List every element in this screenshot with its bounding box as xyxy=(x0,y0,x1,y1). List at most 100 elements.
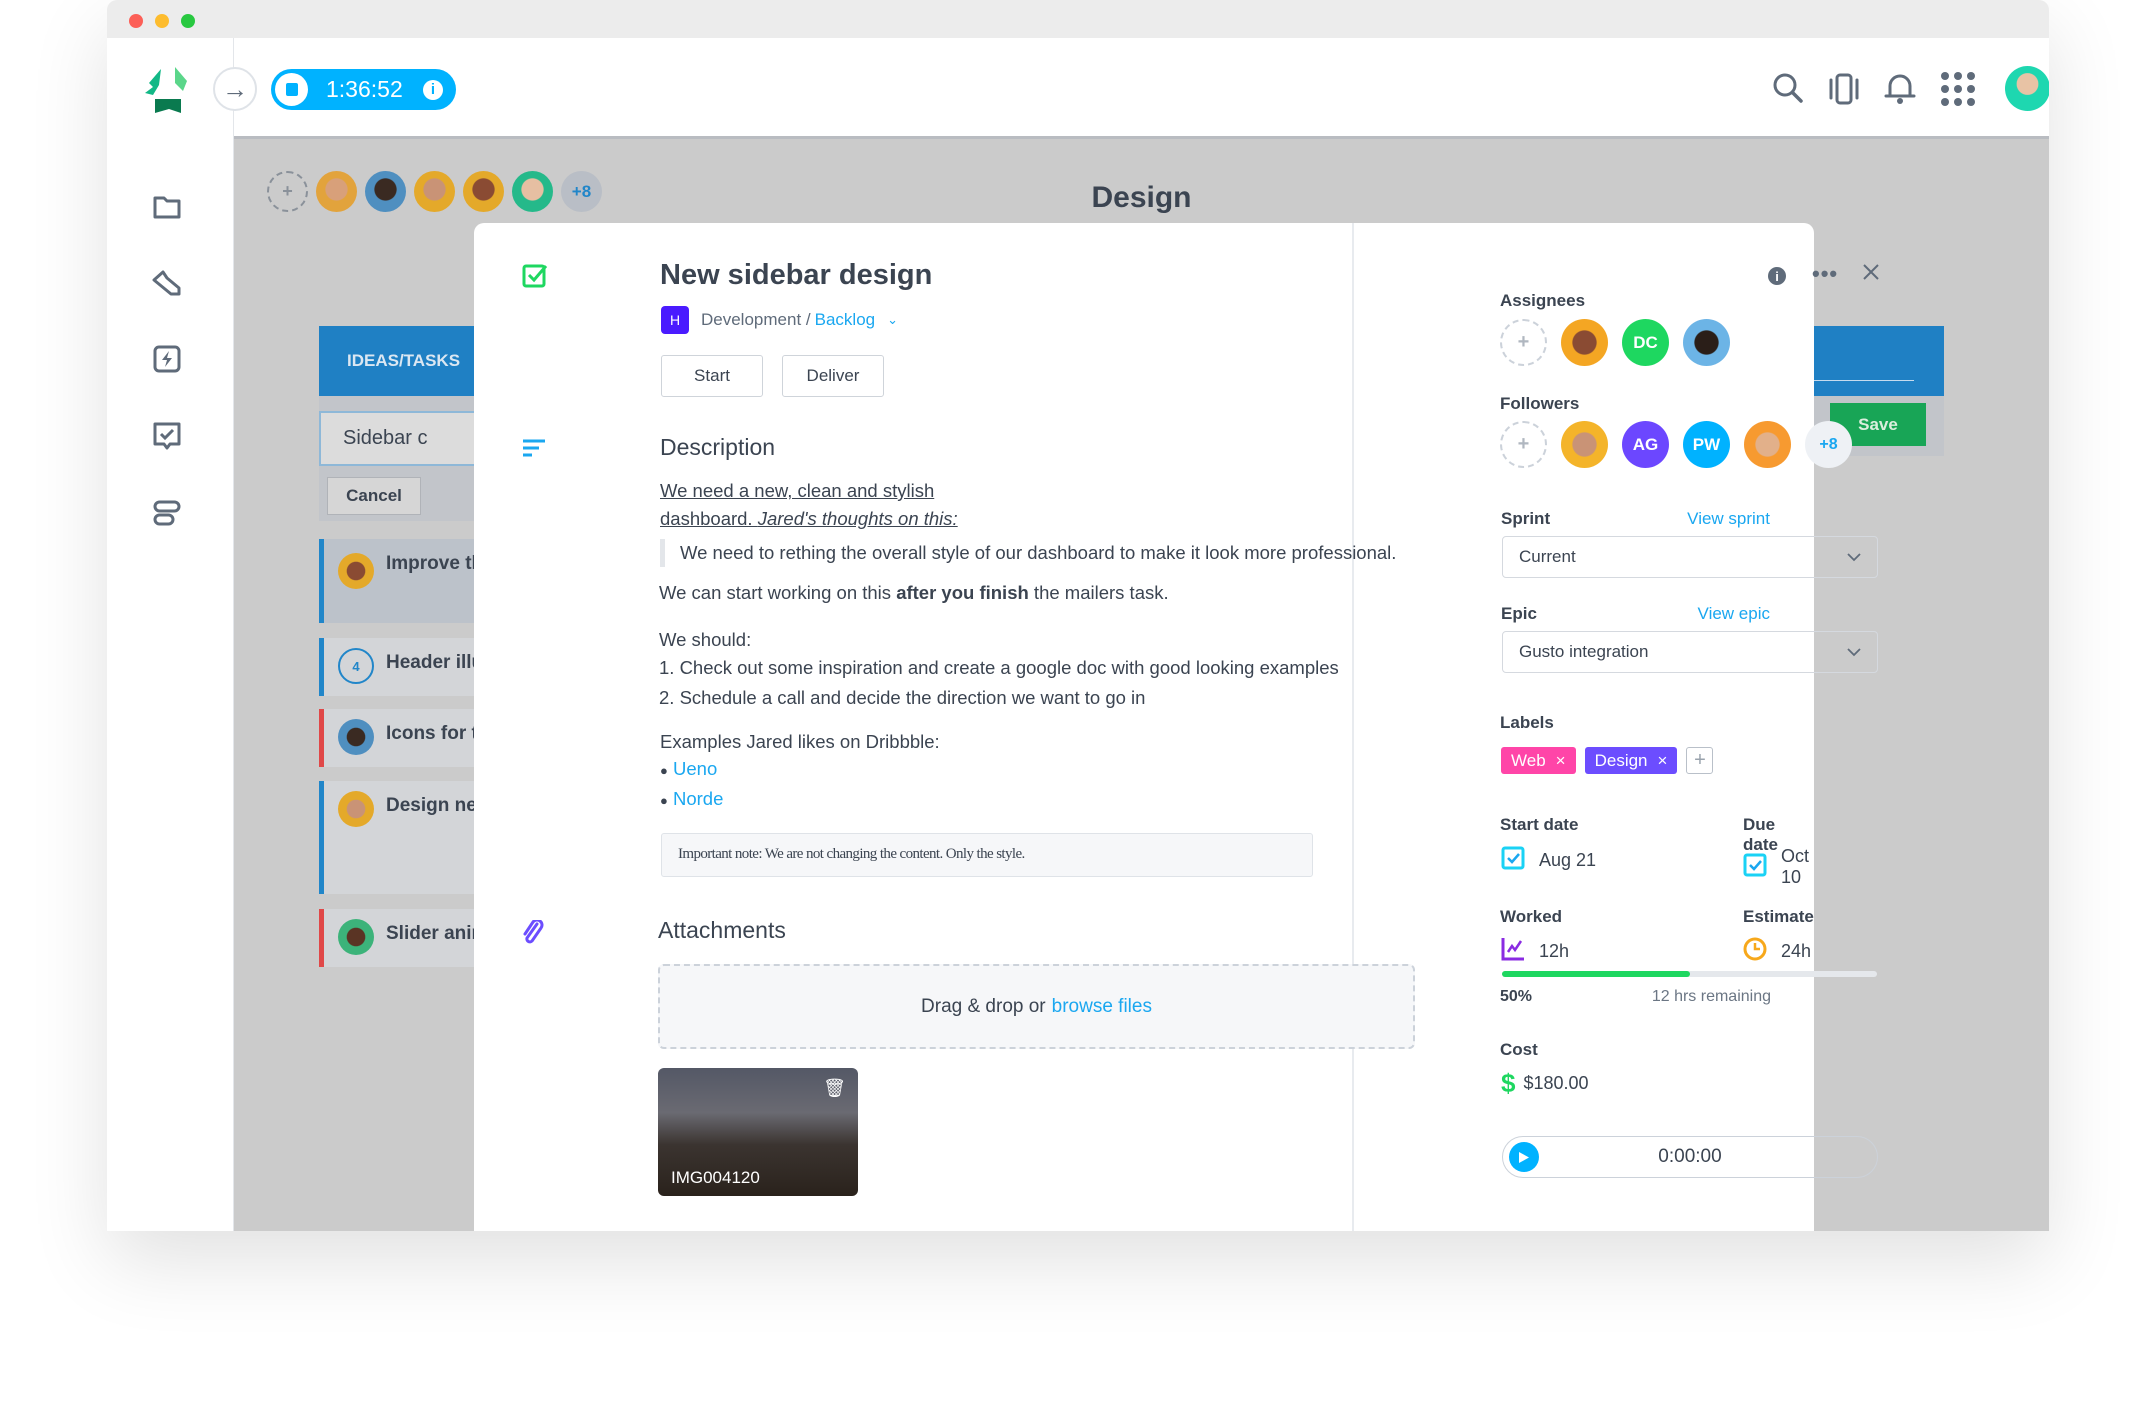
view-sprint-link[interactable]: View sprint xyxy=(1687,509,1770,529)
chevron-down-icon xyxy=(1847,642,1861,662)
devices-icon[interactable] xyxy=(1827,72,1861,106)
estimate-value[interactable]: 24h xyxy=(1743,937,1811,966)
link-ueno[interactable]: Ueno xyxy=(673,758,717,779)
chevron-down-icon[interactable]: ⌄ xyxy=(887,312,898,328)
info-icon[interactable]: i xyxy=(1768,267,1786,285)
lightning-icon[interactable] xyxy=(152,344,182,374)
description-line: We should: xyxy=(659,629,752,650)
task-card[interactable]: Improve th xyxy=(319,539,479,623)
task-timer: 0:00:00 xyxy=(1502,1136,1878,1178)
deliver-button[interactable]: Deliver xyxy=(782,355,884,397)
start-button[interactable]: Start xyxy=(661,355,763,397)
timeline-icon[interactable] xyxy=(152,498,182,528)
view-epic-link[interactable]: View epic xyxy=(1698,604,1770,624)
cancel-button[interactable]: Cancel xyxy=(327,477,421,515)
worked-value: 12h xyxy=(1501,937,1569,966)
member-avatar[interactable] xyxy=(463,171,504,212)
info-icon[interactable]: i xyxy=(423,79,443,100)
close-window-button[interactable] xyxy=(129,14,143,28)
expand-sidebar-button[interactable]: → xyxy=(213,67,257,111)
link-norde[interactable]: Norde xyxy=(673,788,723,809)
assignee-avatar[interactable] xyxy=(1683,319,1730,366)
member-avatar[interactable] xyxy=(316,171,357,212)
bell-icon[interactable] xyxy=(1884,71,1916,105)
progress-percent: 50% xyxy=(1500,988,1533,1005)
more-options-icon[interactable]: ••• xyxy=(1812,261,1838,287)
running-timer[interactable]: 1:36:52 i xyxy=(271,69,456,110)
start-date-field[interactable]: Aug 21 xyxy=(1501,846,1596,875)
sprint-select[interactable]: Current xyxy=(1502,536,1878,578)
label-chip[interactable]: Design × xyxy=(1584,747,1678,774)
list-step: 1. Check out some inspiration and create… xyxy=(659,657,1339,678)
user-avatar[interactable] xyxy=(2005,66,2049,111)
task-title[interactable]: New sidebar design xyxy=(660,259,932,292)
add-member-button[interactable]: + xyxy=(267,171,308,212)
calendar-check-icon xyxy=(1501,846,1525,875)
remove-label-icon[interactable]: × xyxy=(1658,751,1668,771)
follower-avatar[interactable]: PW xyxy=(1683,421,1730,468)
chevron-down-icon xyxy=(1847,547,1861,567)
stop-timer-button[interactable] xyxy=(275,73,308,106)
cost-value: $ $180.00 xyxy=(1501,1068,1589,1098)
folder-icon[interactable] xyxy=(152,193,182,221)
task-card[interactable]: Design nev xyxy=(319,781,479,894)
new-task-input[interactable]: Sidebar c xyxy=(319,411,479,466)
member-avatar[interactable] xyxy=(512,171,553,212)
member-avatar[interactable] xyxy=(414,171,455,212)
assignee-avatar[interactable]: DC xyxy=(1622,319,1669,366)
remove-label-icon[interactable]: × xyxy=(1556,751,1566,771)
assignees-label: Assignees xyxy=(1500,291,1586,310)
play-icon xyxy=(1519,1151,1529,1163)
add-label-button[interactable]: + xyxy=(1686,747,1714,774)
assignees-list: + DC xyxy=(1500,319,1730,366)
apps-grid-icon[interactable] xyxy=(1941,72,1975,106)
description-line: Examples Jared likes on Dribbble: xyxy=(660,731,940,752)
app-logo[interactable] xyxy=(141,65,195,120)
estimate-label: Estimate xyxy=(1743,907,1814,926)
trash-icon[interactable]: 🗑 xyxy=(823,1078,846,1099)
add-follower-button[interactable]: + xyxy=(1500,421,1547,468)
minimize-window-button[interactable] xyxy=(155,14,169,28)
follower-avatar[interactable]: AG xyxy=(1622,421,1669,468)
more-followers-badge[interactable]: +8 xyxy=(1805,421,1852,468)
task-check-icon[interactable] xyxy=(152,421,182,453)
task-card[interactable]: Icons for tl xyxy=(319,709,479,767)
progress-bar xyxy=(1502,971,1877,977)
epic-label: Epic xyxy=(1501,604,1537,623)
project-name[interactable]: Development / xyxy=(701,310,811,330)
task-complete-checkbox-icon[interactable] xyxy=(522,263,548,294)
stop-icon xyxy=(285,83,298,96)
assignee-avatar[interactable] xyxy=(1561,319,1608,366)
task-card[interactable]: Slider anim xyxy=(319,909,479,967)
dollar-icon: $ xyxy=(1501,1068,1516,1098)
calendar-check-icon xyxy=(1743,853,1767,882)
labels-list: Web × Design × + xyxy=(1501,747,1714,774)
column-header-right xyxy=(1804,326,1944,396)
attachments-heading: Attachments xyxy=(658,917,786,943)
follower-avatar[interactable] xyxy=(1744,421,1791,468)
label-chip[interactable]: Web × xyxy=(1501,747,1576,774)
member-avatar[interactable] xyxy=(365,171,406,212)
browse-files-link[interactable]: browse files xyxy=(1052,996,1152,1018)
task-card[interactable]: 4 Header illu xyxy=(319,638,479,696)
followers-label: Followers xyxy=(1500,394,1580,413)
project-badge: H xyxy=(661,306,689,334)
list-name[interactable]: Backlog xyxy=(815,310,875,330)
epic-select[interactable]: Gusto integration xyxy=(1502,631,1878,673)
description-heading: Description xyxy=(660,434,776,460)
clock-icon xyxy=(1743,937,1767,966)
close-icon[interactable] xyxy=(1862,263,1880,286)
follower-avatar[interactable] xyxy=(1561,421,1608,468)
attachment-thumbnail[interactable]: 🗑 IMG004120 xyxy=(658,1068,858,1196)
add-assignee-button[interactable]: + xyxy=(1500,319,1547,366)
more-members-badge[interactable]: +8 xyxy=(561,171,602,212)
cost-label: Cost xyxy=(1500,1040,1538,1059)
labels-label: Labels xyxy=(1500,713,1554,732)
bullet-item: ● Ueno xyxy=(660,758,718,779)
maximize-window-button[interactable] xyxy=(181,14,195,28)
search-icon[interactable] xyxy=(1772,72,1804,104)
due-date-field[interactable]: Oct 10 xyxy=(1743,846,1814,888)
sneaker-icon[interactable] xyxy=(151,268,183,298)
dropzone[interactable]: Drag & drop or browse files xyxy=(658,964,1415,1049)
play-timer-button[interactable] xyxy=(1509,1142,1539,1172)
